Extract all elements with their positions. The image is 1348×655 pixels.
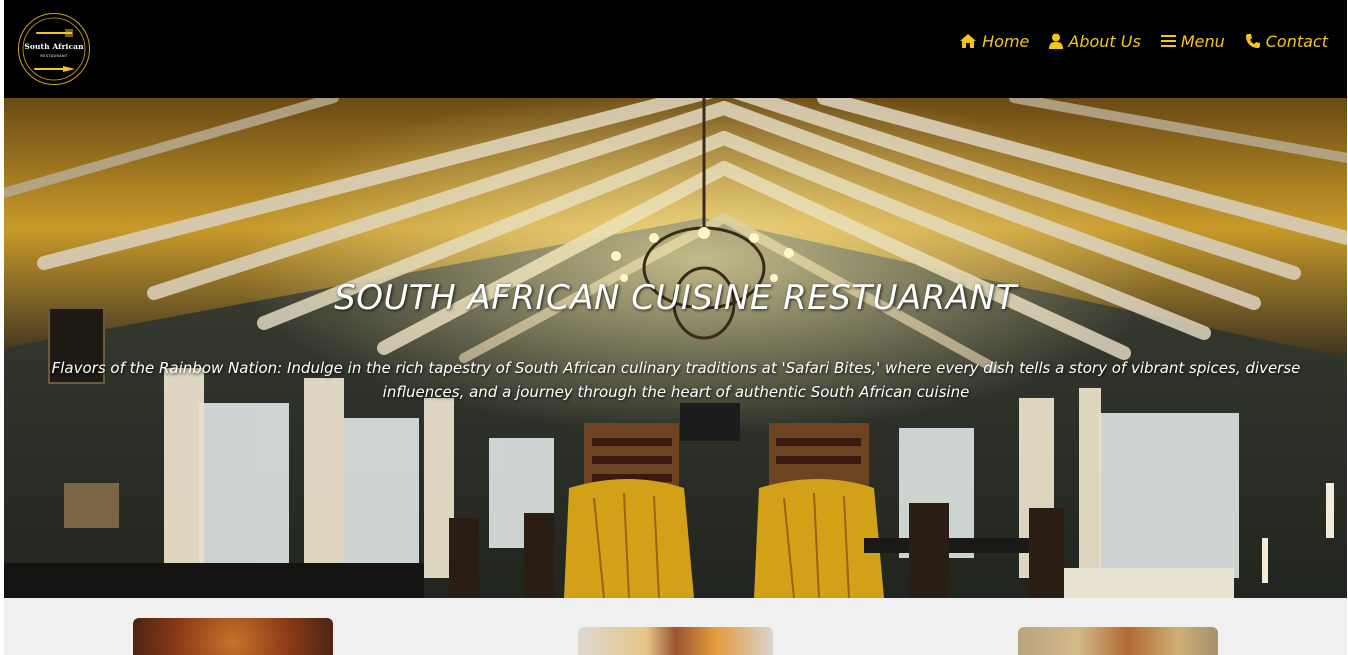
home-icon	[960, 34, 977, 48]
restaurant-logo[interactable]: South African RESTAURANT	[18, 13, 90, 85]
phone-icon	[1245, 34, 1260, 48]
restaurant-interior-image	[4, 98, 1347, 598]
dish-card-image[interactable]	[133, 618, 333, 655]
logo-title: South African	[24, 42, 84, 51]
logo-subtitle: RESTAURANT	[40, 54, 68, 58]
site-header: South African RESTAURANT Home About Us M…	[4, 0, 1347, 98]
nav-about-us[interactable]: About Us	[1049, 31, 1141, 51]
nav-home[interactable]: Home	[959, 32, 1029, 51]
dish-card-image[interactable]	[1018, 627, 1218, 655]
hero-banner: SOUTH AFRICAN CUISINE RESTUARANT Flavors…	[4, 98, 1347, 598]
main-nav: Home About Us Menu Contact	[939, 30, 1328, 52]
page-frame: South African RESTAURANT Home About Us M…	[4, 0, 1347, 655]
nav-menu[interactable]: Menu	[1160, 31, 1225, 51]
hero-subtitle: Flavors of the Rainbow Nation: Indulge i…	[51, 359, 1301, 401]
nav-about-label: About Us	[1068, 31, 1141, 51]
nav-menu-label: Menu	[1180, 31, 1225, 51]
nav-home-label: Home	[982, 31, 1030, 51]
user-icon	[1049, 33, 1064, 49]
nav-contact[interactable]: Contact	[1245, 32, 1328, 51]
menu-icon	[1160, 35, 1176, 47]
nav-contact-label: Contact	[1265, 31, 1328, 51]
hero-title: SOUTH AFRICAN CUISINE RESTUARANT	[334, 278, 1017, 318]
dish-card-image[interactable]	[578, 627, 773, 655]
